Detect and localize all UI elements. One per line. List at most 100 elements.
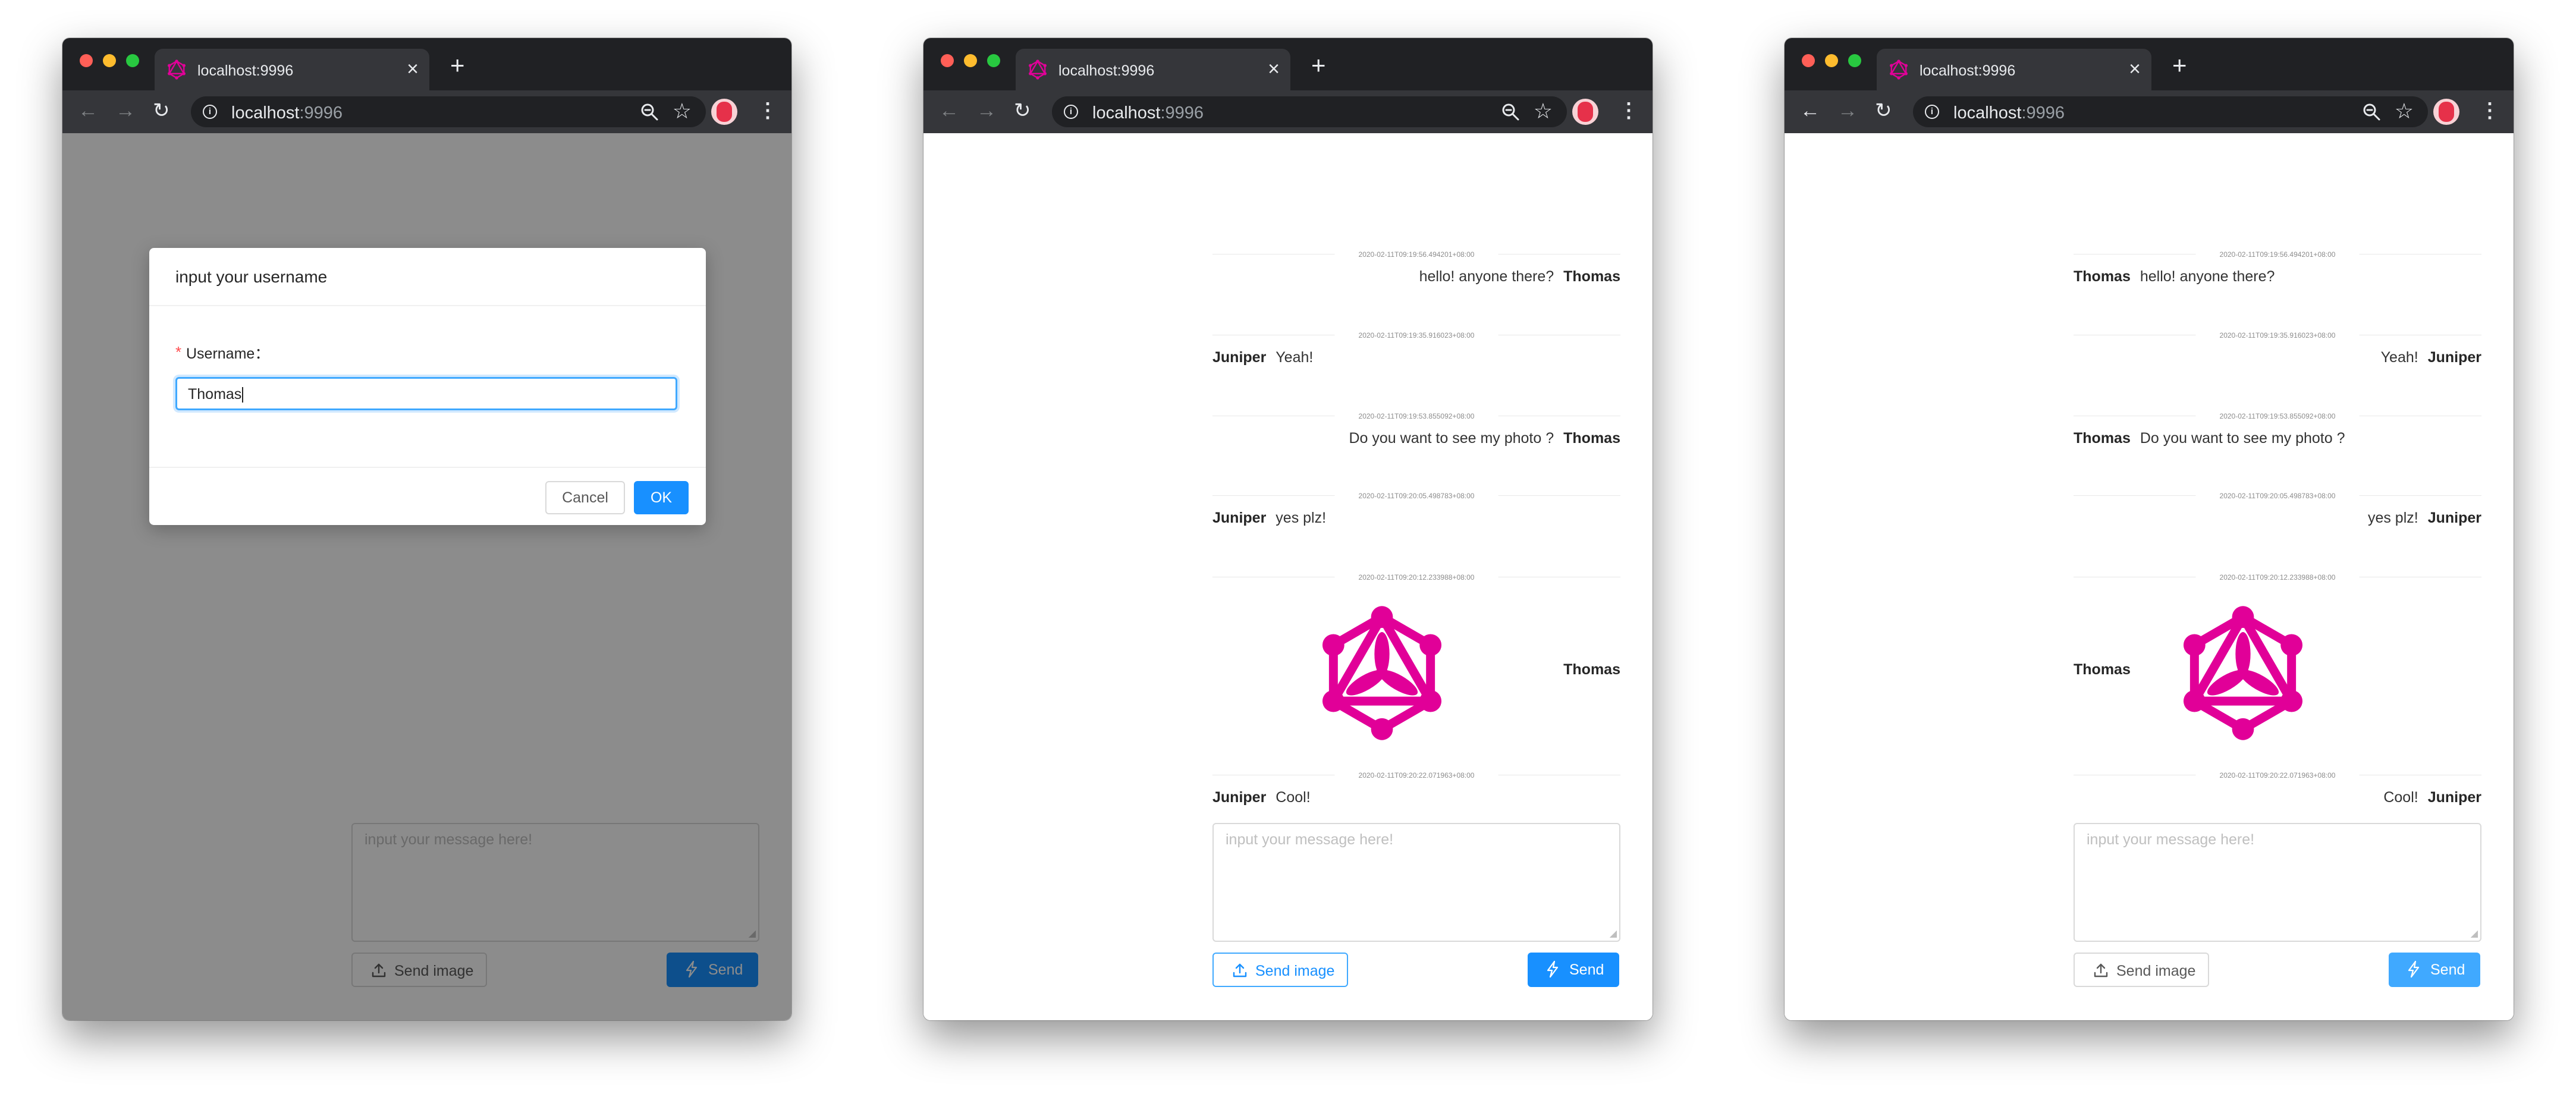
star-icon[interactable]: ☆ [2395, 99, 2414, 124]
more-vert-icon[interactable]: ⋮ [1619, 98, 1639, 123]
close-icon[interactable]: × [1268, 59, 1280, 79]
text-caret [242, 387, 244, 403]
chat-message: 2020-02-11T09:19:56.494201+08:00 hello! … [1212, 248, 1620, 285]
zoom-icon[interactable] [1500, 102, 1521, 122]
message-placeholder: input your message here! [2087, 831, 2255, 848]
zoom-icon[interactable] [2361, 102, 2382, 122]
send-button[interactable]: Send [1528, 953, 1619, 987]
message-input[interactable]: input your message here! ◢ [1212, 823, 1620, 942]
reload-icon[interactable]: ↻ [1875, 98, 1892, 123]
dialog-header: input your username [149, 248, 706, 306]
minimize-window-button[interactable] [103, 54, 116, 67]
address-bar[interactable]: i localhost:9996 ☆ [1913, 96, 2428, 127]
more-vert-icon[interactable]: ⋮ [758, 98, 778, 123]
chat-view: 2020-02-11T09:19:56.494201+08:00 Thomas h… [1785, 133, 2514, 1020]
browser-toolbar: ← → ↻ i localhost:9996 ☆ ⋮ [1785, 90, 2514, 133]
forward-arrow-icon[interactable]: → [1837, 98, 1858, 123]
message-text: hello! anyone there? [1419, 268, 1554, 285]
graphql-logo-image[interactable] [2175, 605, 2311, 741]
minimize-window-button[interactable] [1825, 54, 1838, 67]
send-image-button[interactable]: Send image [2074, 953, 2209, 987]
resize-grip-icon[interactable]: ◢ [2471, 928, 2478, 939]
url-text: localhost:9996 [1953, 103, 2065, 122]
graphql-favicon-icon [167, 59, 187, 80]
resize-grip-icon[interactable]: ◢ [1610, 928, 1617, 939]
browser-window-login: localhost:9996 × + ← → ↻ i localhost:999… [62, 38, 791, 1020]
address-bar[interactable]: i localhost:9996 ☆ [1052, 96, 1567, 127]
minimize-window-button[interactable] [964, 54, 977, 67]
close-icon[interactable]: × [2129, 59, 2141, 79]
message-author: Thomas [1563, 661, 1620, 678]
plus-icon[interactable]: + [450, 53, 465, 78]
reload-icon[interactable]: ↻ [153, 98, 170, 123]
browser-tab[interactable]: localhost:9996 × [155, 49, 429, 90]
tab-strip: localhost:9996 × + [1785, 38, 2514, 90]
more-vert-icon[interactable]: ⋮ [2480, 98, 2500, 123]
send-label: Send [2430, 961, 2465, 978]
star-icon[interactable]: ☆ [673, 99, 692, 124]
close-window-button[interactable] [80, 54, 93, 67]
avatar[interactable] [2433, 99, 2459, 125]
back-arrow-icon[interactable]: ← [1800, 98, 1820, 123]
message-text: hello! anyone there? [2140, 268, 2275, 285]
message-author: Thomas [2074, 430, 2131, 447]
close-window-button[interactable] [1802, 54, 1815, 67]
graphql-logo-image[interactable] [1314, 605, 1450, 741]
send-image-button[interactable]: Send image [1212, 953, 1348, 987]
url-text: localhost:9996 [231, 103, 343, 122]
info-icon[interactable]: i [203, 105, 217, 119]
message-timestamp: 2020-02-11T09:20:22.071963+08:00 [1334, 769, 1499, 782]
message-text: yes plz! [2367, 510, 2418, 526]
forward-arrow-icon[interactable]: → [115, 98, 136, 123]
message-timestamp: 2020-02-11T09:19:35.916023+08:00 [2195, 329, 2360, 342]
message-timestamp: 2020-02-11T09:19:53.855092+08:00 [1334, 410, 1499, 423]
browser-tab[interactable]: localhost:9996 × [1016, 49, 1290, 90]
close-window-button[interactable] [941, 54, 954, 67]
message-input[interactable]: input your message here! ◢ [2074, 823, 2481, 942]
message-author: Juniper [1212, 349, 1267, 366]
browser-toolbar: ← → ↻ i localhost:9996 ☆ ⋮ [62, 90, 791, 133]
message-timestamp: 2020-02-11T09:19:56.494201+08:00 [1334, 248, 1499, 261]
info-icon[interactable]: i [1925, 105, 1939, 119]
close-icon[interactable]: × [407, 59, 419, 79]
chat-message: 2020-02-11T09:20:22.071963+08:00 Juniper… [1212, 769, 1620, 806]
send-image-label: Send image [2116, 963, 2196, 979]
message-timestamp: 2020-02-11T09:20:22.071963+08:00 [2195, 769, 2360, 782]
username-value: Thomas [188, 386, 242, 403]
tab-title: localhost:9996 [197, 62, 294, 79]
avatar[interactable] [1572, 99, 1598, 125]
address-bar[interactable]: i localhost:9996 ☆ [191, 96, 706, 127]
username-input[interactable]: Thomas [175, 377, 677, 410]
zoom-window-button[interactable] [1848, 54, 1861, 67]
zoom-window-button[interactable] [126, 54, 139, 67]
browser-tab[interactable]: localhost:9996 × [1877, 49, 2151, 90]
avatar[interactable] [711, 99, 737, 125]
username-label: Username： [186, 345, 270, 362]
plus-icon[interactable]: + [2172, 53, 2187, 78]
chat-message: 2020-02-11T09:20:22.071963+08:00 Cool! Ju… [2074, 769, 2481, 806]
tab-title: localhost:9996 [1920, 62, 2016, 79]
tab-strip: localhost:9996 × + [923, 38, 1653, 90]
send-button[interactable]: Send [2389, 953, 2480, 987]
ok-button[interactable]: OK [634, 481, 689, 514]
message-timestamp: 2020-02-11T09:19:56.494201+08:00 [2195, 248, 2360, 261]
zoom-icon[interactable] [639, 102, 659, 122]
upload-icon [1232, 962, 1248, 979]
plus-icon[interactable]: + [1311, 53, 1326, 78]
upload-icon [2093, 962, 2109, 979]
star-icon[interactable]: ☆ [1534, 99, 1553, 124]
back-arrow-icon[interactable]: ← [78, 98, 98, 123]
message-placeholder: input your message here! [1226, 831, 1394, 848]
reload-icon[interactable]: ↻ [1014, 98, 1031, 123]
browser-toolbar: ← → ↻ i localhost:9996 ☆ ⋮ [923, 90, 1653, 133]
graphql-favicon-icon [1889, 59, 1909, 80]
message-timestamp: 2020-02-11T09:20:12.233988+08:00 [1334, 571, 1499, 584]
forward-arrow-icon[interactable]: → [976, 98, 997, 123]
url-text: localhost:9996 [1092, 103, 1204, 122]
info-icon[interactable]: i [1064, 105, 1078, 119]
back-arrow-icon[interactable]: ← [939, 98, 959, 123]
browser-window-thomas: localhost:9996 × + ← → ↻ i localhost:999… [923, 38, 1653, 1020]
zoom-window-button[interactable] [987, 54, 1000, 67]
cancel-button[interactable]: Cancel [545, 481, 625, 514]
chat-message-image: 2020-02-11T09:20:12.233988+08:00 Thomas [2074, 571, 2481, 605]
